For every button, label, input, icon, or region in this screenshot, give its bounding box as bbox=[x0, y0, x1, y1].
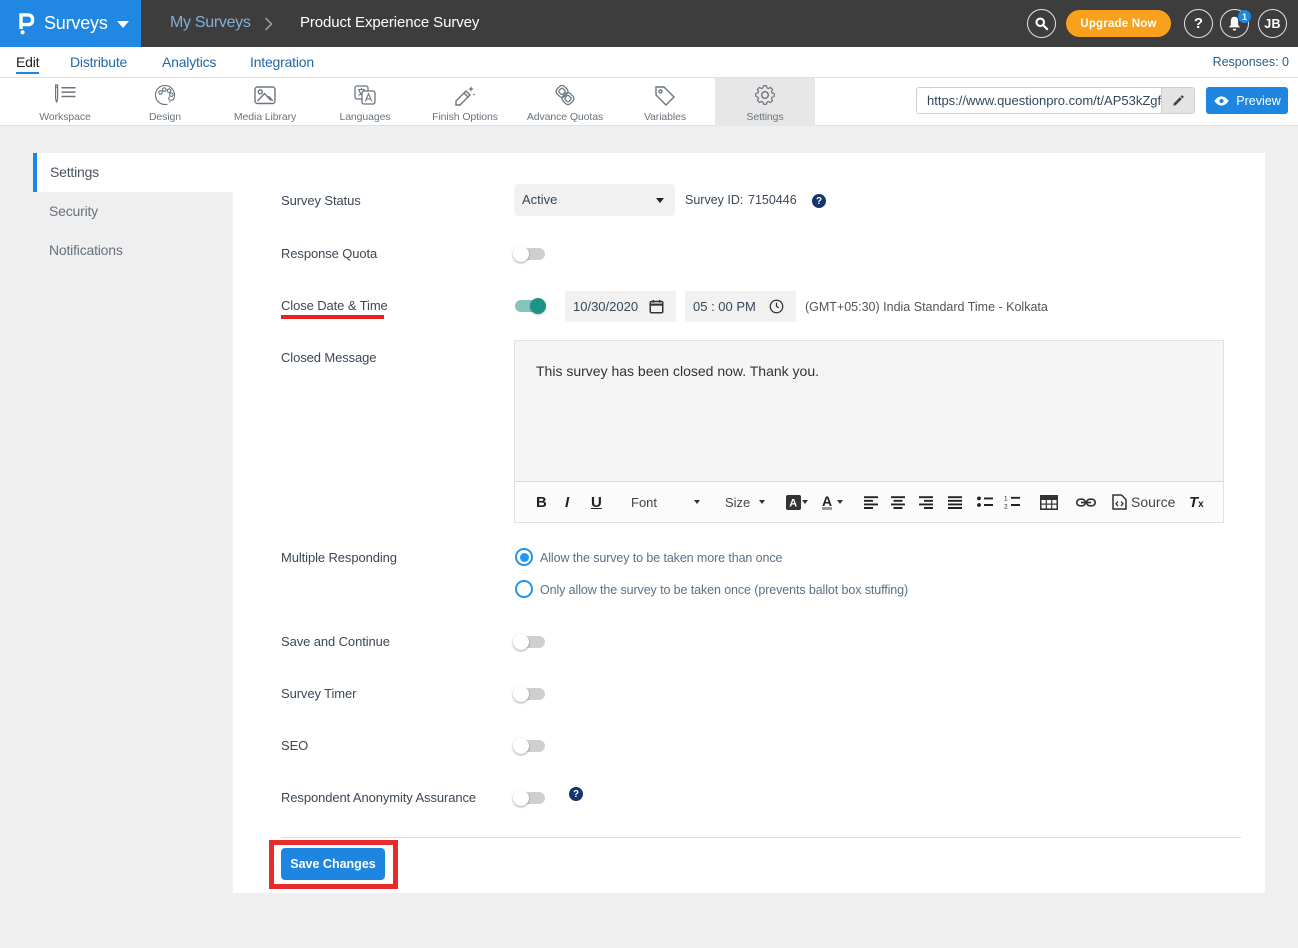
svg-text:A: A bbox=[789, 497, 797, 509]
svg-text:2: 2 bbox=[1004, 504, 1008, 510]
svg-text:1: 1 bbox=[1004, 496, 1008, 503]
